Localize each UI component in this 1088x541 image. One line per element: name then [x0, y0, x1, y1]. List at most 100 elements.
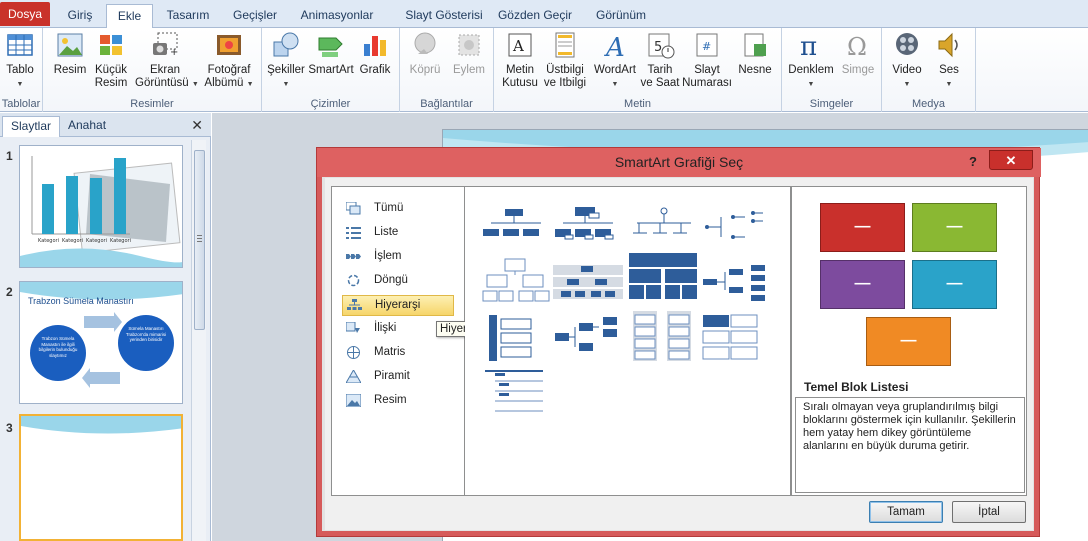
scrollbar-thumb[interactable]: [194, 150, 205, 330]
chart-label: Kategori: [86, 238, 107, 244]
category-islem[interactable]: İşlem: [342, 247, 454, 268]
tab-gozden-gecir[interactable]: Gözden Geçir: [493, 4, 577, 28]
chart-icon: [364, 36, 386, 56]
tab-gecisler[interactable]: Geçişler: [226, 4, 284, 28]
chart-label: Kategori: [38, 238, 59, 244]
denklem-button[interactable]: π Denklem ▼: [786, 30, 836, 91]
grafik-button[interactable]: Grafik: [358, 30, 392, 77]
tablo-button[interactable]: Tablo ▼: [2, 30, 38, 91]
tab-slayt-gosterisi[interactable]: Slayt Gösterisi: [392, 4, 496, 28]
category-matris[interactable]: Matris: [342, 343, 454, 364]
help-icon[interactable]: ?: [969, 154, 977, 169]
dialog-close-button[interactable]: ✕: [989, 150, 1033, 170]
layout-table-hierarchy[interactable]: [627, 251, 701, 305]
svg-text:A: A: [604, 33, 625, 60]
tab-tasarim[interactable]: Tasarım: [160, 4, 216, 28]
layout-name-title-org-chart[interactable]: [551, 203, 625, 251]
ribbon: Tablo ▼ Tablolar Resim Küçük Resim + Ekr…: [0, 28, 1088, 112]
kopru-button[interactable]: Köprü: [406, 30, 444, 77]
group-label-resimler: Resimler: [130, 98, 174, 110]
layout-lined-list[interactable]: [479, 369, 553, 419]
object-icon: [744, 33, 766, 57]
category-tumu[interactable]: Tümü: [342, 199, 454, 220]
chart-label: Kategori: [110, 238, 131, 244]
layout-hierarchy-list[interactable]: [627, 309, 701, 363]
metin-kutusu-button[interactable]: A Metin Kutusu: [500, 30, 540, 90]
dialog-title: SmartArt Grafiği Seç: [317, 148, 1041, 177]
smartart-button[interactable]: SmartArt: [308, 30, 354, 77]
header-footer-icon: [555, 32, 575, 58]
layout-horizontal-hierarchy[interactable]: [699, 203, 773, 251]
chevron-down-icon: ▼: [611, 81, 619, 88]
group-label-cizimler: Çizimler: [310, 98, 351, 110]
slide-3-background: [21, 416, 181, 434]
wordart-button[interactable]: A WordArt ▼: [592, 30, 638, 91]
slayt-numarasi-button[interactable]: # Slayt Numarası: [682, 30, 732, 90]
photo-album-icon: [217, 35, 241, 55]
layout-vertical-hierarchy[interactable]: [479, 313, 553, 363]
close-icon[interactable]: ✕: [191, 117, 203, 134]
category-hiyerarsi[interactable]: Hiyerarşi: [342, 295, 454, 316]
category-liste[interactable]: Liste: [342, 223, 454, 244]
group-baglantilar: Köprü Eylem Bağlantılar: [400, 28, 494, 112]
slide-2-left-circle-text: Trabzon Sümela Manastırı ile ilgili bilg…: [38, 336, 78, 358]
ok-button[interactable]: Tamam: [869, 501, 943, 523]
tab-ekle[interactable]: Ekle: [106, 4, 153, 29]
tab-anahat[interactable]: Anahat: [60, 116, 114, 137]
group-cizimler: Şekiller ▼ SmartArt Grafik Çizimler: [262, 28, 400, 112]
eylem-button[interactable]: Eylem: [450, 30, 488, 77]
preview-block: —: [912, 260, 997, 309]
fotograf-albumu-button[interactable]: Fotoğraf Albümü ▼: [203, 30, 255, 91]
category-dongu[interactable]: Döngü: [342, 271, 454, 292]
nesne-button[interactable]: Nesne: [736, 30, 774, 77]
dialog-body: Tümü Liste İşlem Döngü Hiyerarşi İlişki: [325, 178, 1033, 530]
text-box-icon: A: [508, 33, 532, 57]
preview-description: Sıralı olmayan veya gruplandırılmış bilg…: [795, 397, 1025, 493]
category-resim[interactable]: Resim: [342, 391, 454, 412]
group-label-metin: Metin: [624, 98, 651, 110]
layout-half-circle-org-chart[interactable]: [627, 203, 701, 251]
group-label-baglantilar: Bağlantılar: [420, 98, 473, 110]
all-icon: [346, 202, 361, 215]
layout-organization-chart[interactable]: [479, 203, 553, 251]
tab-dosya[interactable]: Dosya: [0, 2, 50, 26]
group-resimler: Resim Küçük Resim + Ekran Görüntüsü ▼ Fo…: [43, 28, 262, 112]
video-button[interactable]: Video ▼: [888, 30, 926, 91]
resim-button[interactable]: Resim: [52, 30, 88, 77]
preview-block: —: [866, 317, 951, 366]
kucuk-resim-button[interactable]: Küçük Resim: [93, 30, 129, 90]
slide-thumbnail-3[interactable]: [19, 414, 183, 541]
slides-scrollbar[interactable]: [191, 140, 206, 541]
layout-horizontal-org-chart[interactable]: [551, 313, 625, 361]
group-medya: Video ▼ Ses ▼ Medya: [882, 28, 976, 112]
tab-giris[interactable]: Giriş: [58, 4, 102, 28]
slide-thumbnail-1[interactable]: Kategori Kategori Kategori Kategori: [19, 145, 183, 268]
slide-2-right-circle-text: Sümela Manastırı Trabzon'da mimarisi yer…: [125, 326, 167, 342]
svg-text:π: π: [800, 32, 817, 60]
table-icon: [7, 34, 33, 56]
panel-tabs: Slaytlar Anahat ✕: [0, 113, 211, 137]
svg-text:Ω: Ω: [847, 33, 867, 60]
sekiller-button[interactable]: Şekiller ▼: [266, 30, 306, 91]
tarih-saat-button[interactable]: 5 Tarih ve Saat: [640, 30, 680, 90]
layout-hierarchy[interactable]: [479, 257, 553, 305]
svg-text:5: 5: [654, 40, 662, 55]
simge-button[interactable]: Ω Simge: [838, 30, 878, 77]
layout-horizontal-labeled-hierarchy[interactable]: [699, 257, 773, 305]
layout-labeled-hierarchy[interactable]: [551, 257, 625, 305]
tab-slaytlar[interactable]: Slaytlar: [2, 116, 61, 137]
cancel-button[interactable]: İptal: [952, 501, 1026, 523]
ustbilgi-altbilgi-button[interactable]: Üstbilgi ve Itbilgi: [542, 30, 588, 90]
ekran-goruntusu-button[interactable]: + Ekran Görüntüsü ▼: [135, 30, 199, 91]
category-piramit[interactable]: Piramit: [342, 367, 454, 388]
slide-1-chart: Kategori Kategori Kategori Kategori: [20, 156, 182, 267]
tab-gorunum[interactable]: Görünüm: [590, 4, 652, 28]
layout-table-list-hierarchy[interactable]: [699, 313, 773, 363]
slide-thumbnail-2[interactable]: Trabzon Sümela Manastırı Trabzon Sümela …: [19, 281, 183, 404]
svg-text:#: #: [702, 40, 711, 53]
preview-block: —: [820, 203, 905, 252]
ses-button[interactable]: Ses ▼: [930, 30, 968, 91]
date-time-icon: 5: [648, 33, 675, 59]
hierarchy-icon: [347, 299, 362, 310]
tab-animasyonlar[interactable]: Animasyonlar: [294, 4, 380, 28]
